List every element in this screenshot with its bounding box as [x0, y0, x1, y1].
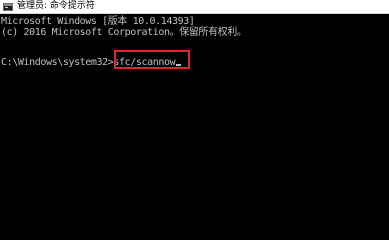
cmd-console-icon: [3, 2, 13, 11]
window-title: 管理员: 命令提示符: [17, 1, 95, 11]
prompt-path: C:\Windows\system32>: [1, 57, 114, 68]
console-output[interactable]: Microsoft Windows [版本 10.0.14393] (c) 20…: [0, 14, 389, 201]
command-highlight-box: [114, 50, 190, 69]
console-line-copyright: (c) 2016 Microsoft Corporation。保留所有权利。: [1, 27, 247, 38]
cmd-window: 管理员: 命令提示符 Microsoft Windows [版本 10.0.14…: [0, 0, 389, 201]
console-line-version: Microsoft Windows [版本 10.0.14393]: [1, 16, 195, 27]
title-bar[interactable]: 管理员: 命令提示符: [0, 0, 389, 14]
